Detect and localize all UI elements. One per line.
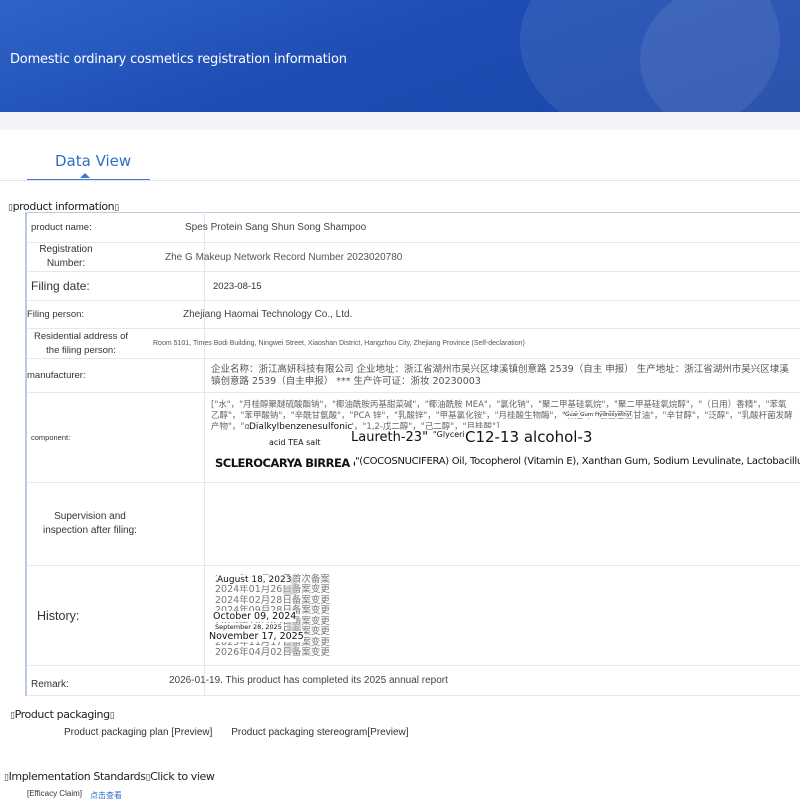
label-cell: component: bbox=[26, 393, 205, 483]
registration-label: Registration Number: bbox=[27, 243, 101, 271]
section-product-packaging: ▯Product packaging▯ bbox=[10, 708, 114, 721]
product-name-value: Spes Protein Sang Shun Song Shampoo bbox=[185, 222, 780, 233]
row-history: History: 2023年08月15日首次备案 2024年01月26日备案变更… bbox=[26, 566, 800, 666]
supervision-label: Supervision and inspection after filing: bbox=[27, 510, 149, 538]
header-spacer bbox=[0, 112, 800, 130]
row-residential-address: Residential address of the filing person… bbox=[26, 329, 800, 359]
page-title: Domestic ordinary cosmetics registration… bbox=[10, 52, 347, 67]
value-cell bbox=[205, 483, 800, 566]
label-cell: Filing date: bbox=[26, 272, 205, 301]
manufacturer-value: 企业名称：浙江高妍科技有限公司 企业地址：浙江省湖州市吴兴区埭溪镇创意路 253… bbox=[205, 362, 800, 390]
component-overlay-laureth: Laureth-23" bbox=[351, 430, 428, 445]
bracket-glyph-right: ▯ bbox=[110, 711, 115, 721]
history-date-sep: September 28, 2025 bbox=[215, 623, 282, 631]
tab-active-caret bbox=[80, 173, 90, 178]
label-cell: Supervision and inspection after filing: bbox=[26, 483, 205, 566]
residential-value: Room 5101, Times Bodi Building, Ningwei … bbox=[153, 340, 748, 347]
component-label: component: bbox=[27, 431, 204, 445]
row-registration: Registration Number: Zhe G Makeup Networ… bbox=[26, 243, 800, 272]
efficacy-claim-view-link[interactable]: 点击查看 bbox=[90, 790, 122, 801]
packaging-stereogram-preview-link[interactable]: Product packaging stereogram[Preview] bbox=[231, 727, 408, 738]
manufacturer-label: manufacturer: bbox=[23, 369, 200, 383]
component-overlay-dialkyl: Dialkylbenzenesulfonic bbox=[249, 422, 352, 432]
remark-value: 2026-01-19. This product has completed i… bbox=[169, 675, 764, 686]
section-product-packaging-label: Product packaging bbox=[15, 708, 110, 721]
component-overlay-guar: Guar Gum Hydroxyethyl bbox=[565, 412, 632, 418]
value-cell: Spes Protein Sang Shun Song Shampoo bbox=[205, 213, 800, 243]
history-date-nov: November 17, 2025 bbox=[209, 631, 304, 642]
tab-divider bbox=[0, 180, 800, 181]
label-cell: product name: bbox=[26, 213, 205, 243]
label-cell: Filing person: bbox=[26, 301, 205, 329]
tab-bar: Data View bbox=[0, 130, 800, 182]
filing-person-value: Zhejiang Haomai Technology Co., Ltd. bbox=[183, 309, 778, 320]
efficacy-claim-tag: [Efficacy Claim] bbox=[27, 789, 82, 798]
row-remark: Remark: 2026-01-19. This product has com… bbox=[26, 666, 800, 696]
label-cell: manufacturer: bbox=[26, 359, 205, 393]
value-cell: Zhejiang Haomai Technology Co., Ltd. bbox=[205, 301, 800, 329]
registration-value: Zhe G Makeup Network Record Number 20230… bbox=[165, 252, 760, 263]
value-cell: 2026-01-19. This product has completed i… bbox=[205, 666, 800, 696]
component-overlay-acid-tea: acid TEA salt bbox=[269, 438, 321, 447]
residential-label: Residential address of the filing person… bbox=[27, 330, 131, 358]
value-cell: Zhe G Makeup Network Record Number 20230… bbox=[205, 243, 800, 272]
tab-data-view[interactable]: Data View bbox=[55, 152, 131, 170]
banner-decoration bbox=[640, 0, 800, 112]
row-component: component: ["水"，"月桂醇聚醚硫酸酯钠"，"椰油酰胺丙基甜菜碱"，… bbox=[26, 393, 800, 483]
component-overlay-c12: C12-13 alcohol-3 bbox=[465, 428, 592, 446]
filing-date-label: Filing date: bbox=[27, 279, 204, 293]
history-date-aug: August 18, 2023 bbox=[217, 575, 291, 585]
value-cell: Room 5101, Times Bodi Building, Ningwei … bbox=[205, 329, 800, 359]
header-banner: Domestic ordinary cosmetics registration… bbox=[0, 0, 800, 112]
row-product-name: product name: Spes Protein Sang Shun Son… bbox=[26, 213, 800, 243]
component-value: ["水"，"月桂醇聚醚硫酸酯钠"，"椰油酰胺丙基甜菜碱"，"椰油酰胺 MEA"，… bbox=[205, 394, 800, 482]
packaging-links: Product packaging plan [Preview] Product… bbox=[64, 727, 425, 738]
section-implementation-standards-label: Implementation Standards bbox=[9, 770, 146, 783]
history-label: History: bbox=[33, 609, 210, 623]
value-cell: 2023-08-15 bbox=[205, 272, 800, 301]
click-to-view-link[interactable]: Click to view bbox=[150, 770, 214, 783]
value-cell: 企业名称：浙江高妍科技有限公司 企业地址：浙江省湖州市吴兴区埭溪镇创意路 253… bbox=[205, 359, 800, 393]
row-supervision: Supervision and inspection after filing: bbox=[26, 483, 800, 566]
product-name-label: product name: bbox=[27, 221, 204, 235]
section-implementation-standards: ▯Implementation Standards▯Click to view bbox=[4, 770, 215, 783]
row-filing-date: Filing date: 2023-08-15 bbox=[26, 272, 800, 301]
component-overlay-cocos: "(COCOSNUCIFERA) Oil, Tocopherol (Vitami… bbox=[355, 456, 800, 467]
history-entry: 2024年01月26日备案变更 bbox=[215, 585, 330, 596]
value-cell: ["水"，"月桂醇聚醚硫酸酯钠"，"椰油酰胺丙基甜菜碱"，"椰油酰胺 MEA"，… bbox=[205, 393, 800, 483]
label-cell: History: bbox=[26, 566, 205, 666]
component-overlay-sclerocarya: SCLEROCARYA BIRREA oil bbox=[215, 456, 368, 470]
packaging-plan-preview-link[interactable]: Product packaging plan [Preview] bbox=[64, 727, 212, 738]
value-cell: 2023年08月15日首次备案 2024年01月26日备案变更 2024年02月… bbox=[205, 566, 800, 666]
filing-date-value: 2023-08-15 bbox=[205, 281, 800, 292]
history-entry: 2026年04月02日备案变更 bbox=[215, 648, 330, 659]
filing-person-label: Filing person: bbox=[23, 308, 200, 322]
product-info-table: product name: Spes Protein Sang Shun Son… bbox=[25, 212, 800, 696]
history-date-oct: October 09, 2024 bbox=[213, 611, 296, 622]
history-value: 2023年08月15日首次备案 2024年01月26日备案变更 2024年02月… bbox=[205, 567, 800, 665]
row-manufacturer: manufacturer: 企业名称：浙江高妍科技有限公司 企业地址：浙江省湖州… bbox=[26, 359, 800, 393]
row-filing-person: Filing person: Zhejiang Haomai Technolog… bbox=[26, 301, 800, 329]
